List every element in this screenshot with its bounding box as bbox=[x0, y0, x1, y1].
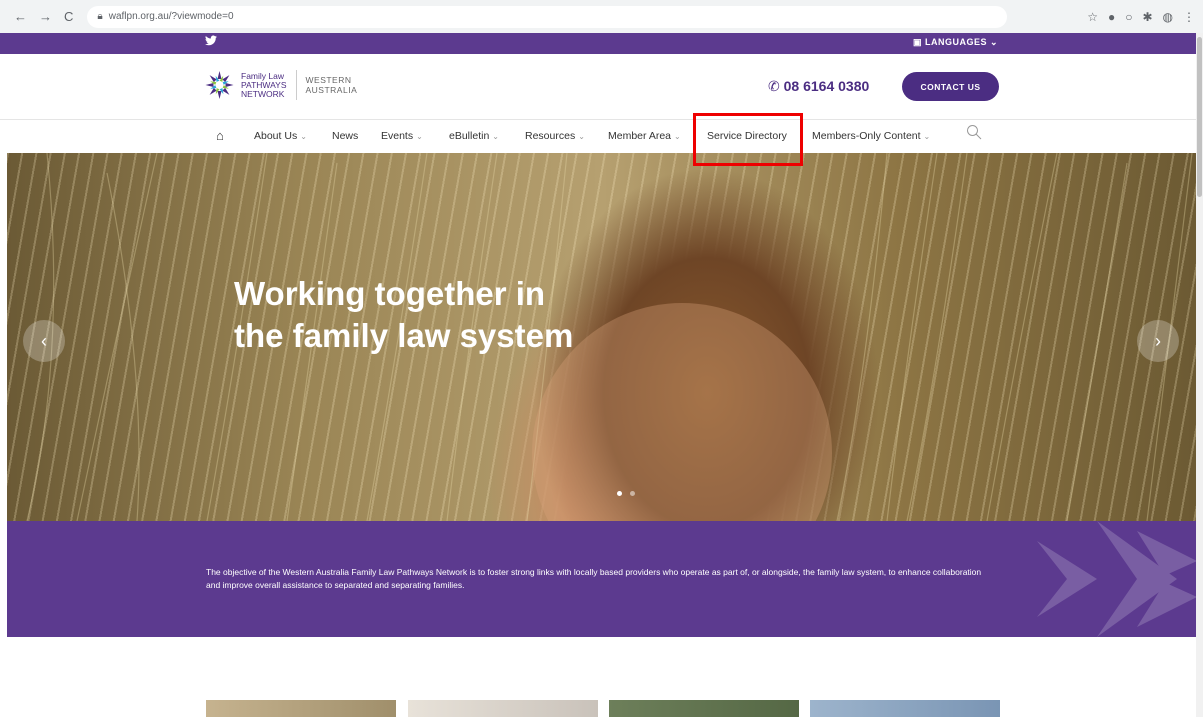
hero-image bbox=[26, 153, 1193, 521]
chevron-down-icon: ⌄ bbox=[578, 132, 585, 141]
nav-label: eBulletin bbox=[449, 130, 490, 142]
languages-menu[interactable]: ▣ LANGUAGES ⌄ bbox=[913, 37, 998, 48]
browser-toolbar: ← → C 🔒︎ waflpn.org.au/?viewmode=0 ☆ ● ○… bbox=[0, 0, 1203, 33]
logo-star-icon bbox=[205, 71, 234, 99]
phone-icon: ✆ bbox=[768, 78, 784, 94]
card-image[interactable] bbox=[206, 700, 396, 717]
contact-us-button[interactable]: CONTACT US bbox=[902, 72, 999, 101]
extensions-area: ☆ ● ○ ✱ ◍ ⋮ bbox=[1087, 0, 1195, 33]
chevron-down-icon: ⌄ bbox=[492, 132, 499, 141]
main-nav: ⌂ About Us ⌄ News Events ⌄ eBulletin ⌄ Reso… bbox=[0, 120, 1196, 153]
nav-label: Member Area bbox=[608, 130, 672, 142]
extension-icon[interactable]: ● bbox=[1108, 10, 1115, 24]
nav-label: News bbox=[332, 130, 359, 142]
card-image[interactable] bbox=[810, 700, 1000, 717]
back-icon[interactable]: ← bbox=[14, 9, 27, 24]
nav-item-member-area[interactable]: Member Area ⌄ bbox=[608, 130, 681, 142]
reload-icon[interactable]: C bbox=[64, 9, 73, 24]
page-scrollbar[interactable] bbox=[1196, 33, 1203, 717]
phone-link[interactable]: ✆ 08 6164 0380 bbox=[768, 78, 869, 95]
decorative-star-icon bbox=[1037, 521, 1196, 637]
slide-dot[interactable] bbox=[617, 491, 622, 496]
nav-label: Events bbox=[381, 130, 414, 142]
address-bar[interactable]: 🔒︎ waflpn.org.au/?viewmode=0 bbox=[87, 5, 1008, 28]
slide-dots bbox=[617, 491, 635, 496]
feature-cards bbox=[0, 700, 1196, 717]
site-logo[interactable]: Family Law PATHWAYS NETWORK WESTERN AUST… bbox=[203, 70, 357, 100]
nav-item-ebulletin[interactable]: eBulletin ⌄ bbox=[449, 130, 499, 142]
menu-icon[interactable]: ⋮ bbox=[1183, 10, 1195, 24]
scrollbar-thumb[interactable] bbox=[1197, 37, 1202, 197]
hero-headline: Working together in the family law syste… bbox=[234, 275, 574, 354]
card-image[interactable] bbox=[408, 700, 598, 717]
next-slide-arrow-icon[interactable]: › bbox=[1137, 320, 1179, 362]
logo-region-line: AUSTRALIA bbox=[305, 85, 358, 95]
profile-icon[interactable]: ◍ bbox=[1163, 10, 1173, 24]
hero-slider: Working together in the family law syste… bbox=[7, 153, 1196, 521]
objective-band: The objective of the Western Australia F… bbox=[7, 521, 1196, 637]
phone-number: 08 6164 0380 bbox=[783, 78, 870, 94]
logo-region: WESTERN AUSTRALIA bbox=[306, 75, 358, 95]
extension-icon[interactable]: ○ bbox=[1125, 10, 1132, 24]
url-text: waflpn.org.au/?viewmode=0 bbox=[108, 11, 234, 22]
puzzle-icon[interactable]: ✱ bbox=[1142, 10, 1152, 24]
chevron-down-icon: ⌄ bbox=[300, 132, 307, 141]
nav-label: About Us bbox=[254, 130, 298, 142]
lock-icon: 🔒︎ bbox=[97, 11, 103, 22]
nav-item-news[interactable]: News bbox=[332, 130, 358, 142]
objective-text: The objective of the Western Australia F… bbox=[206, 567, 982, 590]
top-bar: ▣ LANGUAGES ⌄ bbox=[0, 33, 1196, 54]
logo-line: NETWORK bbox=[241, 88, 285, 99]
nav-label: Resources bbox=[525, 130, 576, 142]
chevron-down-icon: ⌄ bbox=[674, 132, 681, 141]
home-icon[interactable]: ⌂ bbox=[216, 128, 224, 143]
search-icon[interactable] bbox=[966, 124, 982, 143]
logo-region-line: WESTERN bbox=[305, 75, 352, 85]
browser-nav: ← → C bbox=[14, 9, 73, 24]
logo-divider bbox=[295, 70, 297, 100]
nav-label: Members-Only Content bbox=[812, 130, 921, 142]
nav-item-about-us[interactable]: About Us ⌄ bbox=[254, 130, 307, 142]
languages-label: LANGUAGES bbox=[925, 37, 988, 47]
slide-dot[interactable] bbox=[630, 491, 635, 496]
nav-item-resources[interactable]: Resources ⌄ bbox=[525, 130, 585, 142]
chevron-down-icon: ⌄ bbox=[987, 37, 999, 47]
chevron-down-icon: ⌄ bbox=[416, 132, 423, 141]
logo-text: Family Law PATHWAYS NETWORK bbox=[241, 71, 287, 99]
chevron-down-icon: ⌄ bbox=[923, 132, 931, 141]
star-icon[interactable]: ☆ bbox=[1087, 10, 1098, 24]
annotation-highlight-box bbox=[693, 113, 803, 166]
nav-item-events[interactable]: Events ⌄ bbox=[381, 130, 423, 142]
nav-item-members-only-content[interactable]: Members-Only Content ⌄ bbox=[812, 130, 930, 142]
twitter-icon[interactable] bbox=[205, 35, 217, 49]
forward-icon[interactable]: → bbox=[39, 9, 52, 24]
prev-slide-arrow-icon[interactable]: ‹ bbox=[23, 320, 65, 362]
card-image[interactable] bbox=[609, 700, 799, 717]
flag-icon: ▣ bbox=[913, 37, 926, 47]
site-header: Family Law PATHWAYS NETWORK WESTERN AUST… bbox=[0, 54, 1196, 120]
